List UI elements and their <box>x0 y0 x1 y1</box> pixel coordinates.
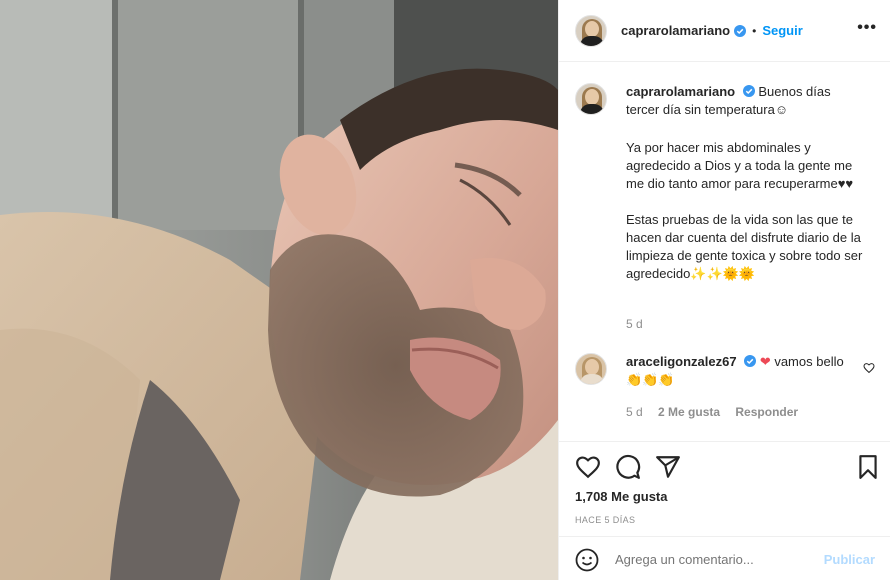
post-side-panel: caprarolamariano • Seguir ••• caprarolam… <box>558 0 890 580</box>
author-avatar[interactable] <box>575 14 607 47</box>
caption-author-avatar[interactable] <box>575 83 607 115</box>
caption-meta: 5 d <box>626 317 655 331</box>
comment-likes[interactable]: 2 Me gusta <box>658 405 720 419</box>
comment-meta: 5 d 2 Me gusta Responder <box>626 405 810 419</box>
comment-input[interactable] <box>615 552 816 567</box>
paper-plane-icon[interactable] <box>655 454 681 480</box>
add-comment-bar: Publicar <box>559 536 890 580</box>
author-username[interactable]: caprarolamariano <box>621 23 730 38</box>
commenter-username[interactable]: araceligonzalez67 <box>626 354 737 369</box>
commenter-avatar[interactable] <box>575 353 607 385</box>
verified-badge-icon <box>734 24 747 37</box>
post-photo-image <box>0 0 558 580</box>
more-options-icon[interactable]: ••• <box>857 20 877 36</box>
red-heart-emoji: ❤ <box>759 354 771 369</box>
caption-paragraph-3: Estas pruebas de la vida son las que te … <box>626 212 863 281</box>
caption-author-username[interactable]: caprarolamariano <box>626 84 735 99</box>
separator-dot: • <box>752 23 757 38</box>
caption-text: caprarolamariano Buenos días tercer día … <box>626 83 866 301</box>
post-photo[interactable] <box>0 0 558 580</box>
post-header: caprarolamariano • Seguir ••• <box>559 0 890 62</box>
smiley-icon[interactable] <box>575 548 599 572</box>
heart-outline-icon[interactable] <box>575 454 601 480</box>
comments-list[interactable]: caprarolamariano Buenos días tercer día … <box>559 63 890 441</box>
comment-time[interactable]: 5 d <box>626 405 643 419</box>
caption-paragraph-2: Ya por hacer mis abdominales y agredecid… <box>626 140 854 191</box>
caption-time[interactable]: 5 d <box>626 317 643 331</box>
comment-like-heart-icon[interactable] <box>863 362 875 374</box>
bookmark-icon[interactable] <box>855 454 881 480</box>
likes-count[interactable]: 1,708 Me gusta <box>575 489 668 504</box>
reply-button[interactable]: Responder <box>735 405 798 419</box>
verified-badge-icon <box>744 355 757 367</box>
verified-badge-icon <box>742 85 755 97</box>
post-actions: 1,708 Me gusta HACE 5 DÍAS Publicar <box>559 441 890 580</box>
post-age[interactable]: HACE 5 DÍAS <box>575 515 635 525</box>
follow-button[interactable]: Seguir <box>762 23 802 38</box>
comment-bubble-icon[interactable] <box>615 454 641 480</box>
publish-button[interactable]: Publicar <box>824 552 875 567</box>
comment-text: araceligonzalez67 ❤ vamos bello 👏👏👏 <box>626 353 846 389</box>
